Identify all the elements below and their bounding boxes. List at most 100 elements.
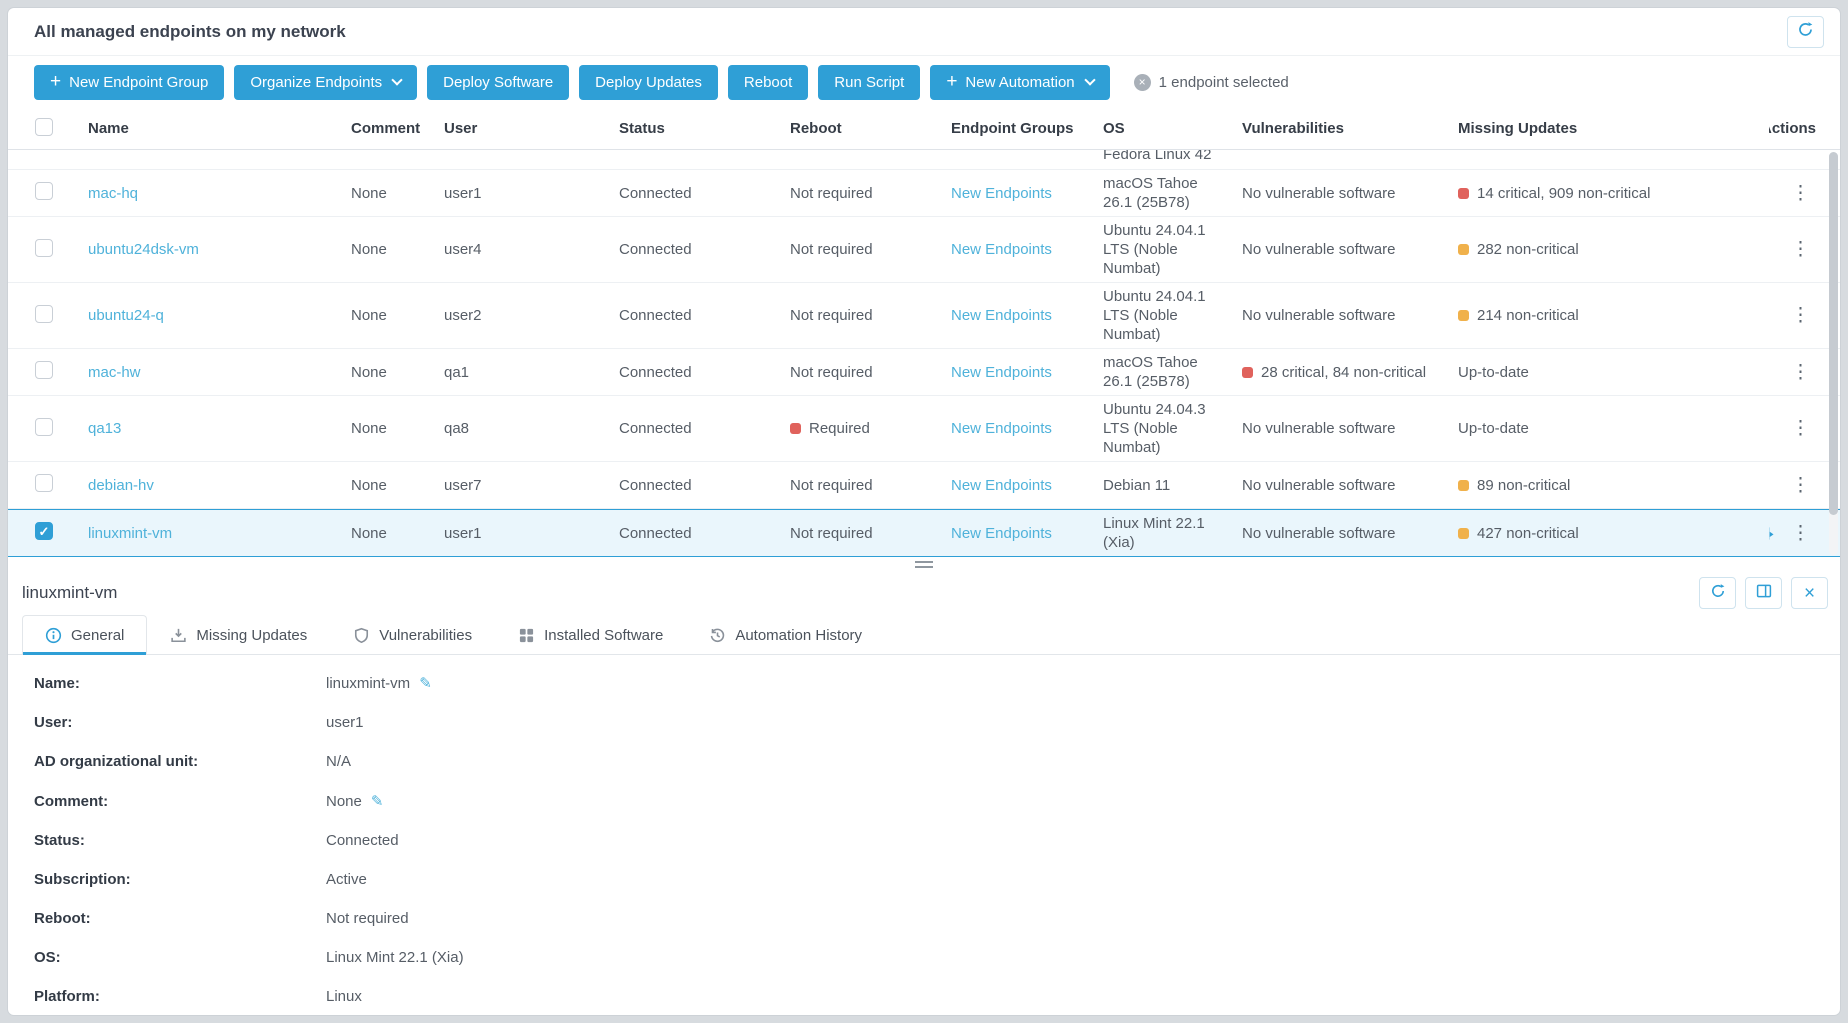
scrollbar-thumb[interactable]	[1829, 152, 1838, 515]
plus-icon: +	[50, 72, 61, 91]
endpoint-group-link[interactable]: New Endpoints	[951, 241, 1052, 258]
status-cell: Connected	[619, 477, 790, 494]
row-actions-menu-button[interactable]: ⋮	[1785, 236, 1816, 263]
missing-updates-cell: Up-to-date	[1458, 420, 1769, 437]
row-actions-menu-button[interactable]: ⋮	[1785, 415, 1816, 442]
row-checkbox[interactable]	[35, 182, 53, 200]
status-cell: Connected	[619, 185, 790, 202]
refresh-button[interactable]	[1787, 16, 1824, 48]
panel-splitter[interactable]	[8, 557, 1840, 571]
page-title: All managed endpoints on my network	[34, 22, 346, 42]
vertical-scrollbar[interactable]	[1829, 152, 1838, 555]
field-value: Linux	[326, 988, 362, 1005]
user-cell: user4	[444, 241, 619, 258]
details-close-button[interactable]: ×	[1791, 577, 1828, 609]
table-row: ubuntu24-q None user2 Connected Not requ…	[8, 283, 1840, 349]
os-cell: macOS Tahoe 26.1 (25B78)	[1103, 353, 1242, 391]
comment-cell: None	[351, 477, 444, 494]
vulnerability-severity-dot	[1242, 367, 1253, 378]
endpoint-group-link[interactable]: New Endpoints	[951, 307, 1052, 324]
updates-severity-dot	[1458, 188, 1469, 199]
vulnerabilities-cell: No vulnerable software	[1242, 477, 1458, 494]
new-automation-button[interactable]: + New Automation	[930, 65, 1109, 100]
table-row: qa13 None qa8 Connected Required New End…	[8, 396, 1840, 462]
field-label: OS:	[34, 949, 326, 966]
row-checkbox[interactable]	[35, 418, 53, 436]
row-checkbox[interactable]	[35, 361, 53, 379]
row-actions-menu-button[interactable]: ⋮	[1785, 520, 1816, 547]
select-all-checkbox[interactable]	[35, 118, 53, 136]
endpoint-name-link[interactable]: mac-hw	[88, 364, 141, 381]
table-header-row: Name Comment User Status Reboot Endpoint…	[8, 108, 1840, 150]
os-cell: Debian 11	[1103, 476, 1242, 495]
missing-updates-cell: Up-to-date	[1458, 364, 1769, 381]
endpoint-group-link[interactable]: New Endpoints	[951, 364, 1052, 381]
history-icon	[709, 627, 726, 644]
tab-general[interactable]: General	[22, 615, 147, 654]
tab-automation-history[interactable]: Automation History	[686, 615, 885, 654]
tab-vulnerabilities[interactable]: Vulnerabilities	[330, 615, 495, 654]
selection-status-label: 1 endpoint selected	[1159, 74, 1289, 91]
endpoint-report-icon[interactable]	[1769, 525, 1775, 542]
missing-updates-cell: 14 critical, 909 non-critical	[1458, 185, 1769, 202]
user-cell: qa8	[444, 420, 619, 437]
updates-severity-dot	[1458, 528, 1469, 539]
row-actions-menu-button[interactable]: ⋮	[1785, 302, 1816, 329]
comment-cell: None	[351, 307, 444, 324]
row-actions-menu-button[interactable]: ⋮	[1785, 359, 1816, 386]
os-cell: macOS Tahoe 26.1 (25B78)	[1103, 174, 1242, 212]
row-actions-menu-button[interactable]: ⋮	[1785, 180, 1816, 207]
tab-missing-updates[interactable]: Missing Updates	[147, 615, 330, 654]
row-actions-menu-button[interactable]: ⋮	[1785, 472, 1816, 499]
field-value: Connected	[326, 832, 399, 849]
endpoint-name-link[interactable]: mac-hq	[88, 185, 138, 202]
endpoint-name-link[interactable]: ubuntu24dsk-vm	[88, 241, 199, 258]
row-checkbox[interactable]	[35, 522, 53, 540]
vulnerabilities-cell: No vulnerable software	[1242, 525, 1458, 542]
expand-panel-icon	[1756, 583, 1772, 603]
endpoint-group-link[interactable]: New Endpoints	[951, 525, 1052, 542]
endpoint-name-link[interactable]: debian-hv	[88, 477, 154, 494]
endpoint-group-link[interactable]: New Endpoints	[951, 477, 1052, 494]
row-checkbox[interactable]	[35, 239, 53, 257]
user-cell: user1	[444, 525, 619, 542]
new-endpoint-group-button[interactable]: + New Endpoint Group	[34, 65, 224, 100]
endpoint-group-link[interactable]: New Endpoints	[951, 185, 1052, 202]
organize-endpoints-button[interactable]: Organize Endpoints	[234, 65, 417, 100]
status-cell: Connected	[619, 525, 790, 542]
details-refresh-button[interactable]	[1699, 577, 1736, 609]
tab-installed-software[interactable]: Installed Software	[495, 615, 686, 654]
endpoint-name-link[interactable]: qa13	[88, 420, 121, 437]
reboot-button[interactable]: Reboot	[728, 65, 808, 100]
deploy-updates-label: Deploy Updates	[595, 74, 702, 91]
expand-panel-button[interactable]	[1745, 577, 1782, 609]
endpoint-group-link[interactable]: New Endpoints	[951, 420, 1052, 437]
status-cell: Connected	[619, 241, 790, 258]
clear-selection-icon[interactable]: ×	[1134, 74, 1151, 91]
field-label: Subscription:	[34, 871, 326, 888]
edit-pencil-icon[interactable]: ✎	[419, 674, 432, 692]
run-script-button[interactable]: Run Script	[818, 65, 920, 100]
reboot-cell: Not required	[790, 477, 951, 494]
missing-updates-cell: 89 non-critical	[1458, 477, 1769, 494]
row-checkbox[interactable]	[35, 305, 53, 323]
details-title: linuxmint-vm	[22, 583, 117, 603]
endpoint-name-link[interactable]: ubuntu24-q	[88, 307, 164, 324]
plus-icon: +	[946, 72, 957, 91]
status-cell: Connected	[619, 364, 790, 381]
details-tabs: General Missing Updates Vulnerabilities …	[8, 615, 1840, 655]
row-checkbox[interactable]	[35, 474, 53, 492]
deploy-software-button[interactable]: Deploy Software	[427, 65, 569, 100]
detail-field-row: OS: Linux Mint 22.1 (Xia)	[34, 938, 1840, 977]
endpoint-name-link[interactable]: linuxmint-vm	[88, 525, 172, 542]
os-cell: Ubuntu 24.04.1 LTS (Noble Numbat)	[1103, 221, 1242, 278]
shield-icon	[353, 627, 370, 644]
edit-pencil-icon[interactable]: ✎	[371, 792, 384, 810]
organize-endpoints-label: Organize Endpoints	[250, 74, 382, 91]
reboot-label: Reboot	[744, 74, 792, 91]
deploy-updates-button[interactable]: Deploy Updates	[579, 65, 718, 100]
updates-severity-dot	[1458, 480, 1469, 491]
reboot-cell: Not required	[790, 364, 951, 381]
info-icon	[45, 627, 62, 644]
detail-field-row: Subscription: Active	[34, 860, 1840, 899]
